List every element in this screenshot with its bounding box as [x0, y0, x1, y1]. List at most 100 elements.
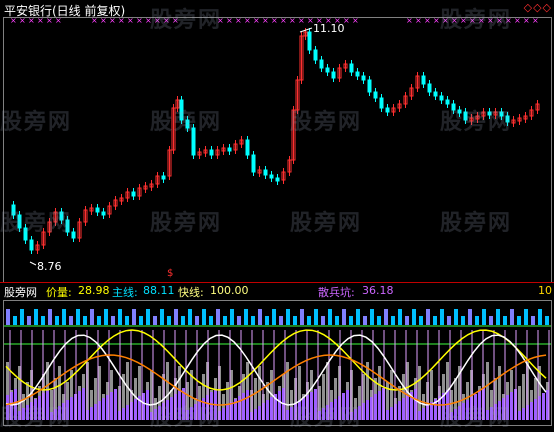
volume-bar: [489, 316, 493, 325]
indicator-bar-color: [374, 394, 377, 420]
volume-bar: [440, 309, 444, 325]
signal-x-marker: ×: [505, 16, 512, 25]
volume-bar: [510, 309, 514, 325]
volume-bar: [433, 316, 437, 325]
signal-x-marker: ×: [217, 16, 224, 25]
indicator-bar-color: [58, 406, 61, 420]
indicator-bar-color: [154, 409, 157, 420]
volume-bar: [321, 316, 325, 325]
volume-bar: [461, 316, 465, 325]
indicator-name: 股旁网: [4, 286, 37, 299]
volume-bar: [538, 309, 542, 325]
indicator-bar-color: [22, 408, 25, 420]
candle-body: [421, 75, 426, 85]
volume-bar: [41, 316, 45, 325]
indicator-bar-color: [474, 394, 477, 420]
indicator-bar-color: [178, 391, 181, 420]
signal-x-marker: ×: [271, 16, 278, 25]
candle-body: [307, 31, 312, 51]
indicator-bar-color: [534, 399, 537, 420]
volume-bar: [405, 316, 409, 325]
signal-x-marker: ×: [262, 16, 269, 25]
indicator-bar-color: [298, 401, 301, 420]
candle-body: [373, 91, 378, 99]
candle-body: [11, 204, 16, 216]
volume-bar: [496, 309, 500, 325]
indicator-bar-color: [34, 399, 37, 420]
low-price-label: 8.76: [37, 260, 62, 273]
indicator-bar-color: [342, 393, 345, 420]
indicator-bar-color: [26, 405, 29, 420]
volume-bar: [279, 316, 283, 325]
volume-bar: [13, 316, 17, 325]
volume-bar: [482, 309, 486, 325]
indicator-bar-color: [522, 408, 525, 420]
volume-bar: [97, 316, 101, 325]
indicator-bar-color: [418, 411, 421, 420]
volume-bar: [342, 309, 346, 325]
candle-body: [275, 177, 280, 182]
volume-bar: [83, 316, 87, 325]
signal-x-marker: ×: [415, 16, 422, 25]
indicator-bar-color: [102, 398, 105, 420]
candle-body: [59, 211, 64, 221]
volume-bar: [524, 309, 528, 325]
candle-body: [349, 63, 354, 73]
indicator-bar-color: [278, 391, 281, 420]
indicator-bar-color: [358, 406, 361, 420]
volume-bar: [153, 316, 157, 325]
indicator-bar-color: [310, 392, 313, 420]
volume-bar: [328, 309, 332, 325]
indicator-item-value: 88.11: [143, 284, 175, 297]
volume-bar: [111, 316, 115, 325]
signal-x-marker: ×: [154, 16, 161, 25]
volume-bar: [447, 316, 451, 325]
indicator-item-label: 价量:: [46, 286, 72, 299]
candle-body: [101, 211, 106, 216]
candle-body: [29, 239, 34, 251]
indicator-bar-color: [110, 392, 113, 420]
signal-x-marker: ×: [298, 16, 305, 25]
candle-body: [439, 95, 444, 101]
candle-body: [367, 79, 372, 93]
signal-x-marker: ×: [532, 16, 539, 25]
volume-bar: [286, 309, 290, 325]
candle-body: [325, 67, 330, 73]
signal-x-marker: ×: [424, 16, 431, 25]
volume-bar: [6, 309, 10, 325]
price-panel-border: [3, 17, 552, 283]
indicator-bar-color: [542, 393, 545, 420]
indicator-bar-color: [242, 393, 245, 420]
indicator-bar-color: [90, 407, 93, 420]
signal-x-marker: ×: [487, 16, 494, 25]
volume-bar: [314, 309, 318, 325]
stock-chart[interactable]: × × × × × × × × × × × × × × × × × × × × × × × × × × × × × × × × × × × × × × × ×…: [0, 0, 554, 427]
window-controls[interactable]: ◇◇◇: [524, 1, 552, 14]
indicator-item-value: 36.18: [362, 284, 394, 297]
volume-bar: [55, 316, 59, 325]
volume-bar: [62, 309, 66, 325]
chart-title: 平安银行(日线 前复权): [4, 4, 126, 18]
candle-body: [179, 99, 184, 121]
indicator-bar-color: [226, 405, 229, 420]
signal-mark: $: [167, 268, 174, 279]
volume-bar: [349, 316, 353, 325]
indicator-bar-color: [50, 412, 53, 420]
volume-bar: [272, 309, 276, 325]
signal-x-marker: ×: [406, 16, 413, 25]
candle-body: [487, 111, 492, 116]
candle-body: [65, 219, 70, 233]
indicator-info-bar: 股旁网 价量: 28.98 主线: 88.11 快线: 100.00 散兵坑: …: [0, 284, 554, 300]
volume-bar: [216, 309, 220, 325]
signal-x-marker: ×: [289, 16, 296, 25]
volume-bar: [76, 309, 80, 325]
volume-bar: [391, 316, 395, 325]
volume-bar: [181, 316, 185, 325]
signal-x-marker: ×: [145, 16, 152, 25]
indicator-bar-color: [314, 389, 317, 420]
volume-bar: [27, 316, 31, 325]
signal-x-marker: ×: [352, 16, 359, 25]
volume-bar: [195, 316, 199, 325]
volume-bar: [377, 316, 381, 325]
volume-bar: [188, 309, 192, 325]
